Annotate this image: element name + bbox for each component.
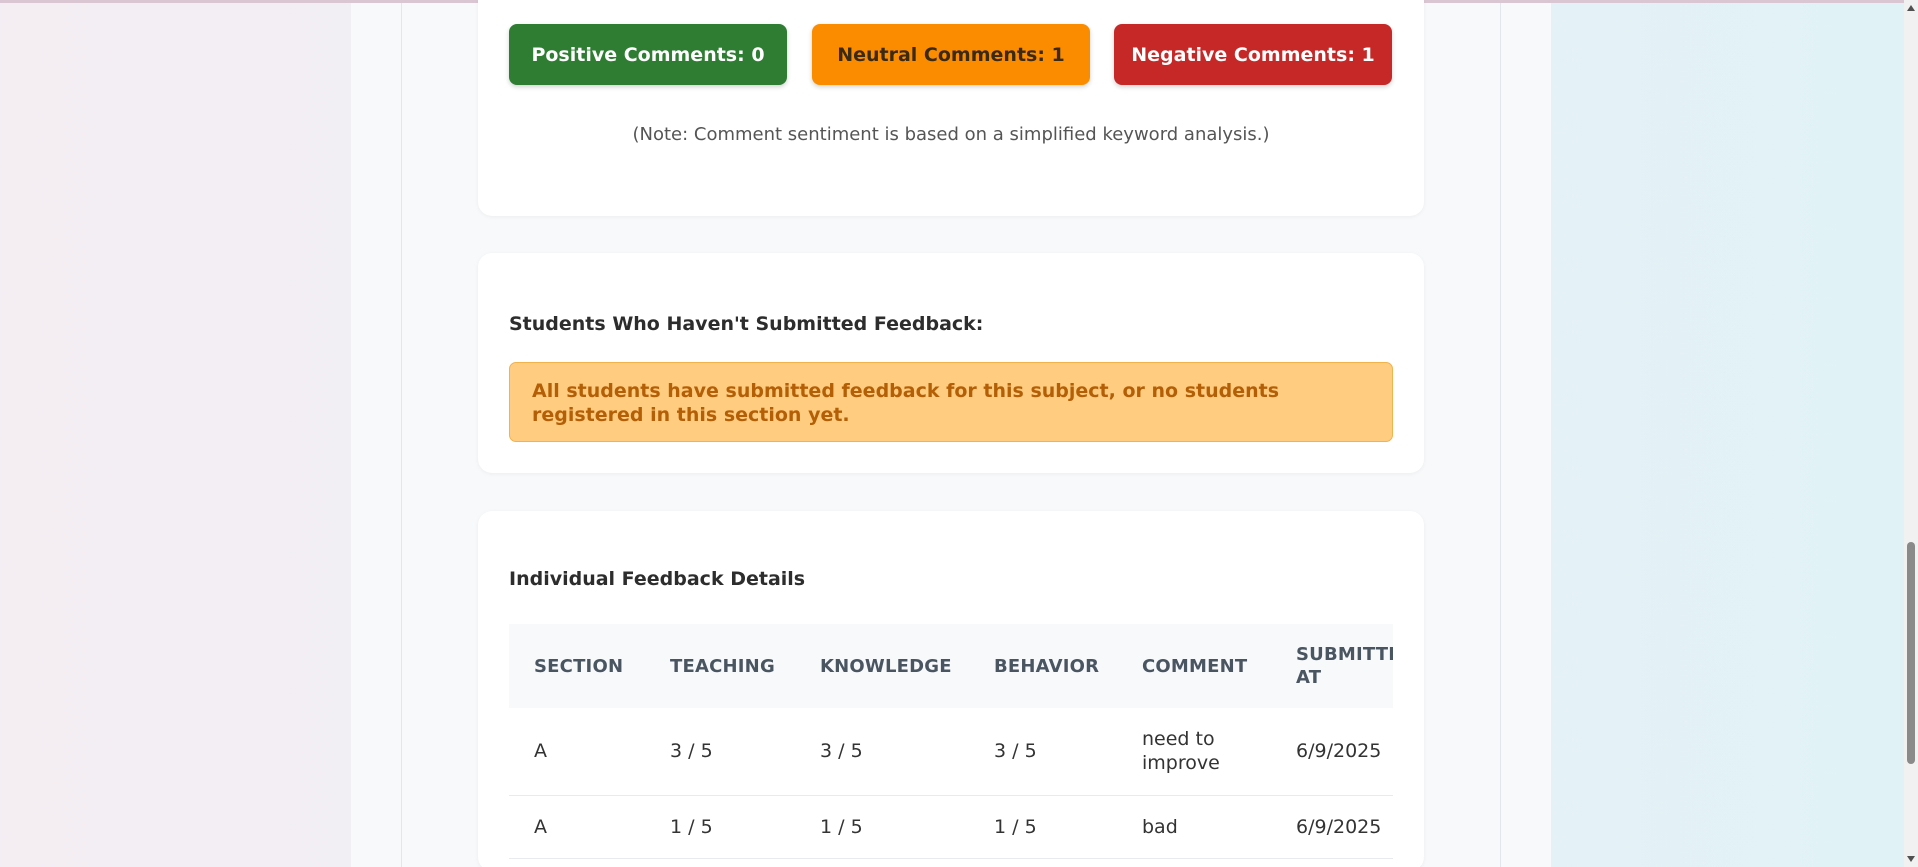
missing-feedback-card: Students Who Haven't Submitted Feedback:… — [478, 253, 1424, 473]
table-row: A 1 / 5 1 / 5 1 / 5 bad 6/9/2025 — [509, 795, 1393, 858]
feedback-table: SECTION TEACHING KNOWLEDGE BEHAVIOR COMM… — [509, 624, 1393, 859]
cell-section: A — [534, 740, 547, 763]
column-header-teaching: TEACHING — [670, 655, 775, 677]
missing-feedback-title: Students Who Haven't Submitted Feedback: — [509, 313, 984, 335]
sentiment-summary-card: Positive Comments: 0 Neutral Comments: 1… — [478, 0, 1424, 216]
cell-submitted-at: 6/9/2025 — [1296, 740, 1382, 763]
table-header-row: SECTION TEACHING KNOWLEDGE BEHAVIOR COMM… — [509, 624, 1393, 708]
missing-feedback-alert: All students have submitted feedback for… — [509, 362, 1393, 442]
sentiment-note: (Note: Comment sentiment is based on a s… — [632, 124, 1270, 145]
column-header-comment: COMMENT — [1142, 655, 1248, 677]
negative-comments-badge: Negative Comments: 1 — [1114, 24, 1392, 85]
column-header-section: SECTION — [534, 655, 624, 677]
feedback-details-card: Individual Feedback Details SECTION TEAC… — [478, 511, 1424, 867]
cell-teaching: 1 / 5 — [670, 815, 713, 838]
neutral-comments-badge: Neutral Comments: 1 — [812, 24, 1090, 85]
page-scrollbar[interactable] — [1904, 0, 1918, 867]
positive-comments-badge: Positive Comments: 0 — [509, 24, 787, 85]
cell-behavior: 3 / 5 — [994, 740, 1037, 763]
cell-knowledge: 3 / 5 — [820, 740, 863, 763]
feedback-details-title: Individual Feedback Details — [509, 568, 806, 590]
column-header-knowledge: KNOWLEDGE — [820, 655, 952, 677]
scrollbar-thumb[interactable] — [1907, 542, 1915, 764]
cell-teaching: 3 / 5 — [670, 740, 713, 763]
cell-behavior: 1 / 5 — [994, 815, 1037, 838]
feedback-table-scroll[interactable]: SECTION TEACHING KNOWLEDGE BEHAVIOR COMM… — [509, 624, 1393, 867]
column-header-submitted-at: SUBMITTED AT — [1296, 644, 1393, 688]
cell-section: A — [534, 815, 547, 838]
cell-comment: bad — [1142, 815, 1178, 838]
column-header-behavior: BEHAVIOR — [994, 655, 1100, 677]
scroll-down-arrow-icon[interactable] — [1907, 856, 1915, 862]
scroll-up-arrow-icon[interactable] — [1907, 5, 1915, 11]
cell-knowledge: 1 / 5 — [820, 815, 863, 838]
cell-submitted-at: 6/9/2025 — [1296, 815, 1382, 838]
table-row: A 3 / 5 3 / 5 3 / 5 need to improve 6/9/… — [509, 708, 1393, 795]
cell-comment: need to improve — [1142, 728, 1220, 775]
